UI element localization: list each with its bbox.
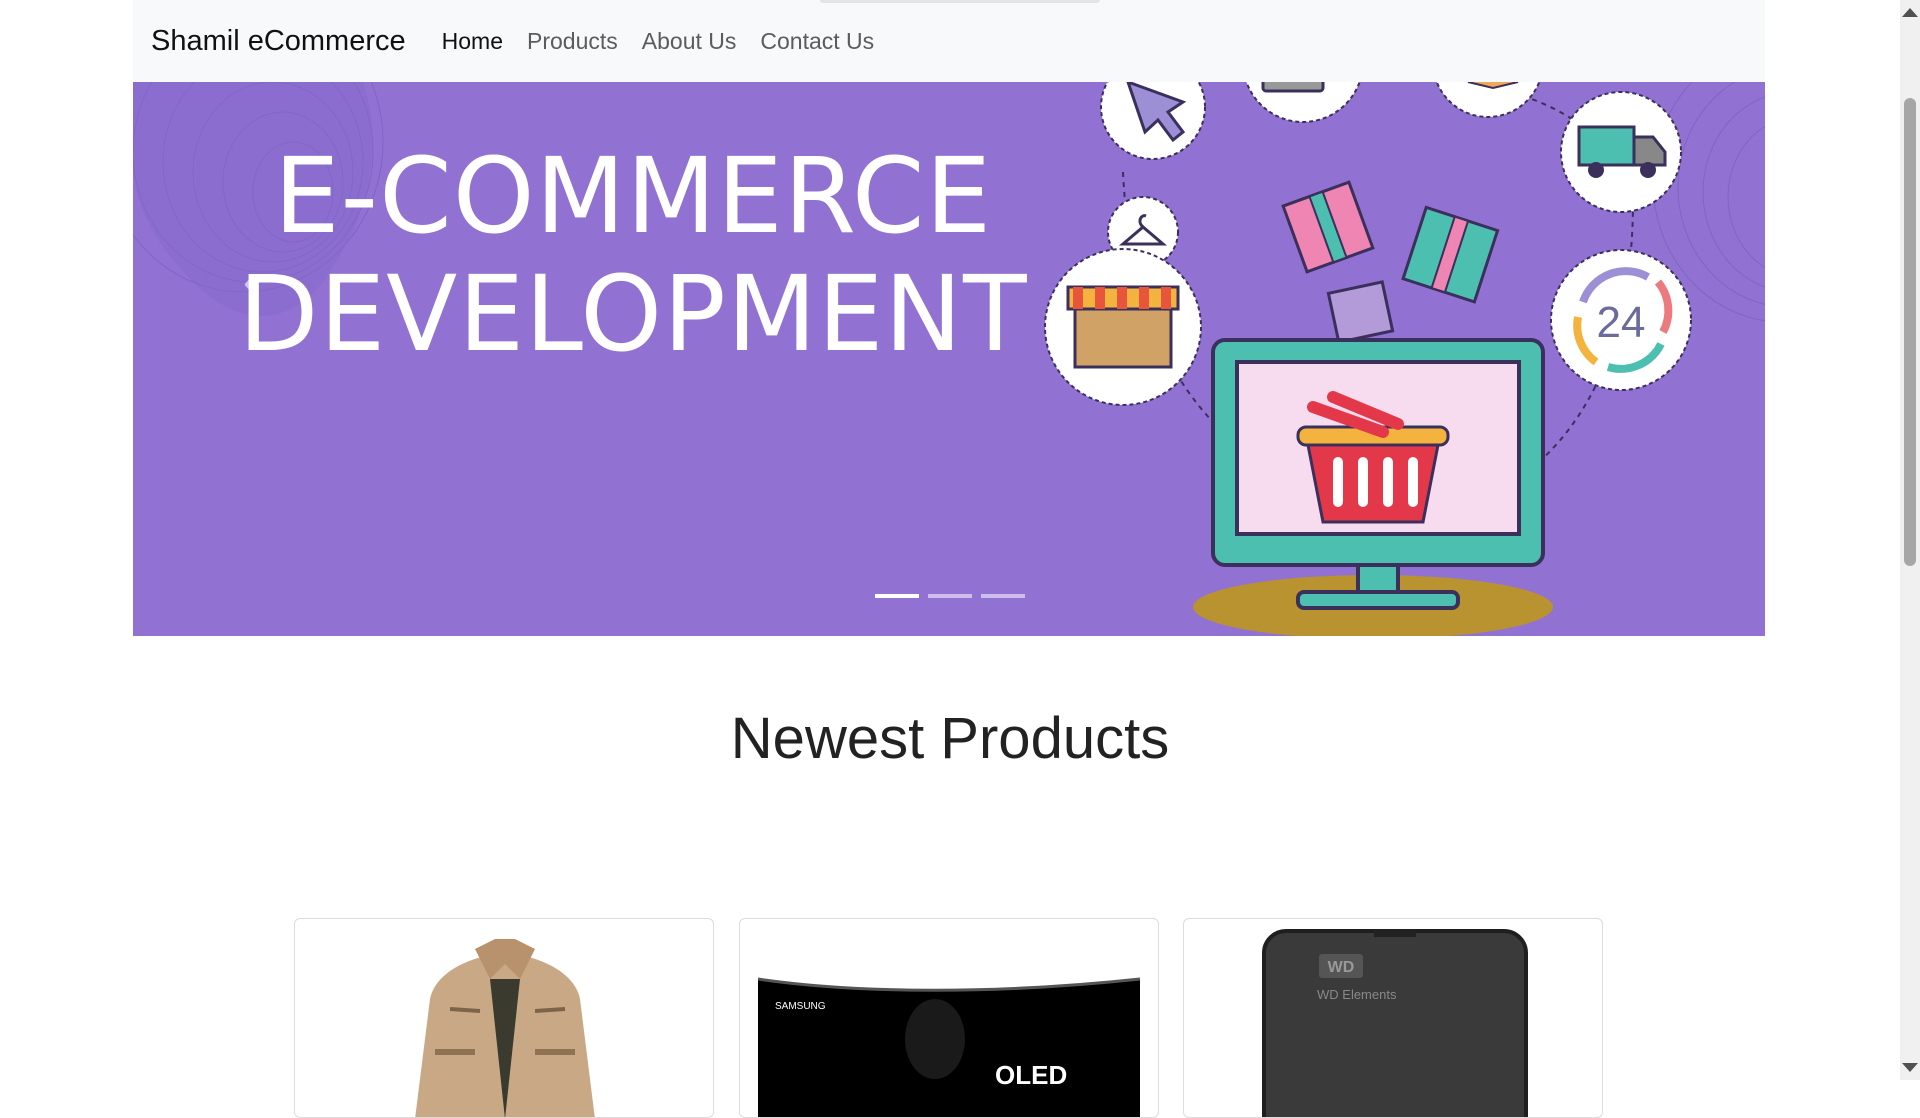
scroll-up-arrow-icon[interactable]	[1902, 8, 1918, 17]
carousel-indicator-3[interactable]	[981, 594, 1025, 598]
page-scrollbar[interactable]	[1900, 0, 1920, 1080]
clock-24-label: 24	[1597, 298, 1646, 347]
oled-text: OLED	[995, 1060, 1067, 1090]
gift-icon-2	[1401, 205, 1500, 304]
keyboard-circle-icon	[1245, 82, 1361, 123]
gift-icon-3	[1326, 280, 1395, 345]
hard-drive-image: WD WD Elements	[1262, 929, 1528, 1117]
carousel-prev-button[interactable]: ‹	[243, 257, 287, 317]
wd-elements-text: WD Elements	[1317, 987, 1397, 1002]
nav-link-contact-us[interactable]: Contact Us	[760, 28, 874, 55]
carousel-indicator-1[interactable]	[875, 594, 919, 598]
hero-title-line-1: E-COMMERCE	[273, 135, 993, 257]
newest-products-title: Newest Products	[730, 706, 1170, 771]
oled-tv-image: SAMSUNG OLED	[757, 977, 1141, 1117]
scroll-thumb[interactable]	[1904, 98, 1916, 566]
jacket-image	[415, 939, 595, 1117]
carousel-indicators	[875, 594, 1025, 598]
carousel-indicator-2[interactable]	[928, 594, 972, 598]
samsung-brand-text: SAMSUNG	[775, 1001, 826, 1012]
navbar: Shamil eCommerce Home Products About Us …	[133, 0, 1765, 82]
chevron-left-icon: ‹	[243, 257, 258, 306]
brand-link[interactable]: Shamil eCommerce	[151, 25, 406, 58]
nav-links: Home Products About Us Contact Us	[442, 28, 899, 55]
nav-link-products[interactable]: Products	[527, 28, 618, 55]
nav-link-home[interactable]: Home	[442, 28, 503, 55]
top-divider	[820, 0, 1100, 3]
product-card-jacket[interactable]	[294, 918, 714, 1118]
box-circle-icon	[1435, 82, 1541, 118]
truck-circle-icon	[1560, 91, 1682, 213]
nav-link-about-us[interactable]: About Us	[642, 28, 737, 55]
hero-carousel[interactable]: 24 E-COMMERCE DEVELOPMENT ‹	[133, 82, 1765, 636]
gift-icon-1	[1281, 180, 1375, 274]
hero-title: E-COMMERCE DEVELOPMENT	[133, 137, 1133, 373]
product-card-hard-drive[interactable]: WD WD Elements	[1183, 918, 1603, 1118]
wd-logo-text: WD	[1328, 959, 1355, 976]
scroll-down-arrow-icon[interactable]	[1902, 1063, 1918, 1072]
product-card-oled-tv[interactable]: SAMSUNG OLED	[739, 918, 1159, 1118]
